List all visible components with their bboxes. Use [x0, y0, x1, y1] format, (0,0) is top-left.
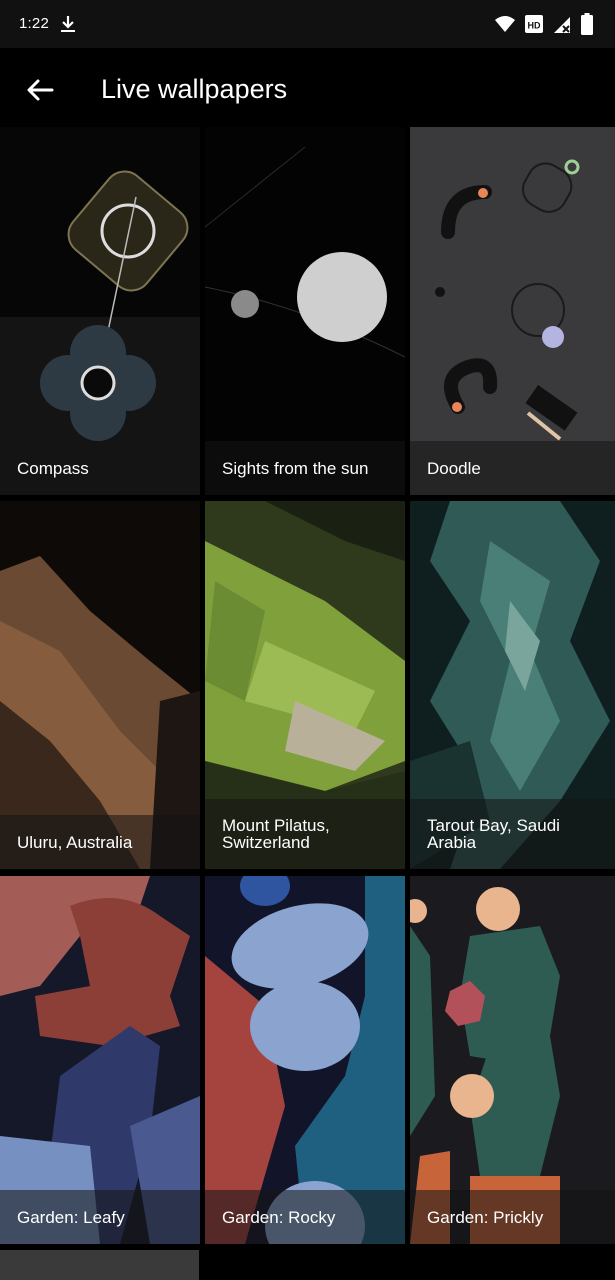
wallpaper-label: Uluru, Australia	[0, 815, 200, 869]
wallpaper-label: Tarout Bay, Saudi Arabia	[410, 799, 615, 869]
doodle-thumbnail	[410, 127, 615, 495]
wallpaper-tile-tarout-bay[interactable]: Tarout Bay, Saudi Arabia	[410, 501, 615, 869]
wallpaper-label: Sights from the sun	[205, 441, 405, 495]
hd-label: HD	[528, 21, 541, 31]
page-title: Live wallpapers	[101, 74, 288, 104]
next-row-peek	[0, 1250, 199, 1280]
wallpaper-grid: Compass Sights from the sun Doodle Uluru…	[0, 127, 615, 1280]
download-icon	[58, 14, 78, 39]
app-bar: Live wallpapers	[0, 48, 615, 128]
back-button[interactable]	[22, 72, 58, 108]
status-icons: HD	[494, 13, 593, 40]
hd-icon: HD	[525, 14, 543, 39]
wallpaper-tile-garden-prickly[interactable]: Garden: Prickly	[410, 876, 615, 1244]
signal-icon	[552, 14, 572, 39]
garden-rocky-thumbnail	[205, 876, 405, 1244]
wallpaper-label: Garden: Rocky	[205, 1190, 405, 1244]
arrow-back-icon	[27, 79, 54, 101]
status-bar: 1:22 HD	[0, 0, 615, 48]
sights-from-the-sun-thumbnail	[205, 127, 405, 495]
wallpaper-label: Doodle	[410, 441, 615, 495]
compass-thumbnail	[0, 127, 200, 495]
wallpaper-tile-garden-leafy[interactable]: Garden: Leafy	[0, 876, 200, 1244]
wallpaper-tile-sights-from-the-sun[interactable]: Sights from the sun	[205, 127, 405, 495]
garden-prickly-thumbnail	[410, 876, 615, 1244]
garden-leafy-thumbnail	[0, 876, 200, 1244]
wallpaper-tile-doodle[interactable]: Doodle	[410, 127, 615, 495]
wallpaper-label: Compass	[0, 441, 200, 495]
battery-icon	[581, 13, 593, 40]
wallpaper-tile-garden-rocky[interactable]: Garden: Rocky	[205, 876, 405, 1244]
uluru-thumbnail	[0, 501, 200, 869]
wallpaper-label: Mount Pilatus, Switzerland	[205, 799, 405, 869]
wallpaper-tile-mount-pilatus[interactable]: Mount Pilatus, Switzerland	[205, 501, 405, 869]
wallpaper-label: Garden: Prickly	[410, 1190, 615, 1244]
wifi-icon	[494, 14, 516, 39]
wallpaper-tile-uluru[interactable]: Uluru, Australia	[0, 501, 200, 869]
status-time: 1:22	[19, 15, 49, 32]
wallpaper-tile-compass[interactable]: Compass	[0, 127, 200, 495]
wallpaper-label: Garden: Leafy	[0, 1190, 200, 1244]
